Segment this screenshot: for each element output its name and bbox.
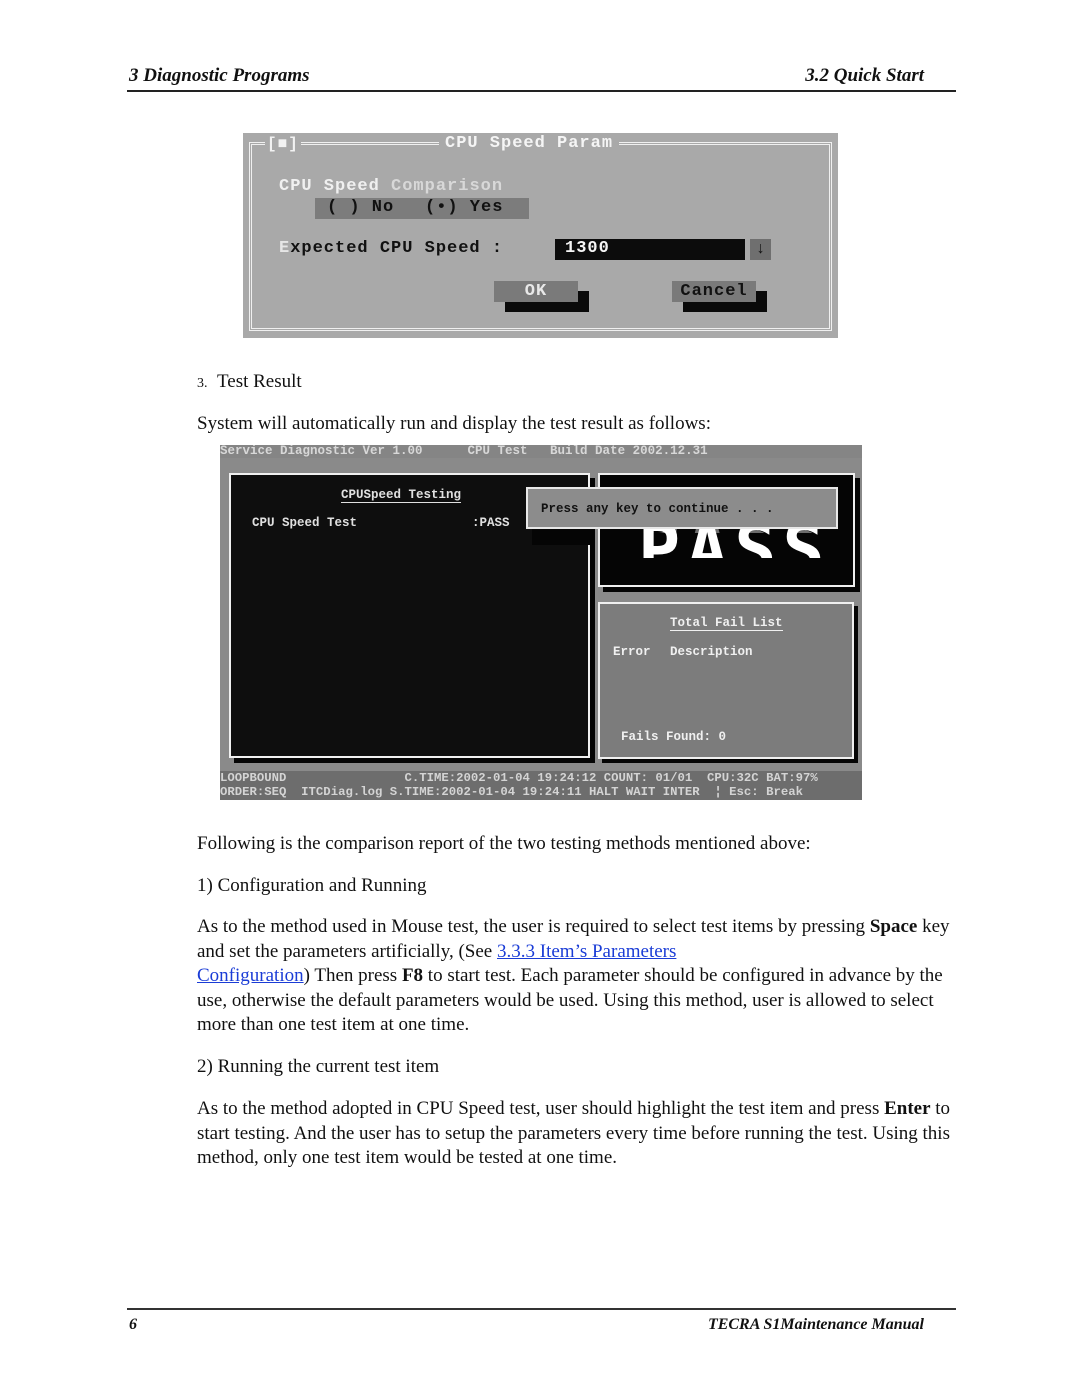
text: As to the method adopted in CPU Speed te… bbox=[197, 1098, 885, 1119]
ok-button-wrap: OK bbox=[494, 281, 590, 313]
cpu-speed-param-dialog: [■] CPU Speed Param CPU Speed Comparison… bbox=[243, 133, 838, 338]
key-f8: F8 bbox=[401, 965, 424, 986]
cancel-button-wrap: Cancel bbox=[672, 281, 768, 313]
key-space: Space bbox=[869, 916, 918, 937]
step-number: 3. bbox=[197, 376, 208, 391]
system-menu-box[interactable]: [■] bbox=[265, 135, 301, 153]
diag-title-bar: Service Diagnostic Ver 1.00 CPU Test Bui… bbox=[220, 445, 862, 458]
page-header: 3 Diagnostic Programs 3.2 Quick Start bbox=[127, 64, 956, 92]
comparison-radio-group: ( ) No (•) Yes bbox=[315, 198, 529, 219]
manual-title: TECRA S1Maintenance Manual bbox=[707, 1316, 924, 1333]
column-error: Error bbox=[613, 645, 651, 659]
link-text[interactable]: 3.3.3 Item’s Parameters bbox=[497, 941, 676, 962]
comparison-intro: Following is the comparison report of th… bbox=[197, 833, 811, 854]
popup-shadow bbox=[532, 529, 592, 545]
expected-label-text: xpected CPU Speed : bbox=[290, 239, 504, 258]
test-item-result: :PASS bbox=[472, 516, 510, 530]
expected-hotkey: E bbox=[279, 239, 291, 258]
page-number: 6 bbox=[129, 1316, 137, 1333]
section-2-title: 2) Running the current test item bbox=[197, 1056, 440, 1077]
continue-popup[interactable]: Press any key to continue . . . bbox=[526, 487, 838, 529]
page-footer: 6 TECRA S1Maintenance Manual bbox=[127, 1308, 956, 1333]
dialog-title: CPU Speed Param bbox=[439, 134, 620, 153]
section-title: 3.2 Quick Start bbox=[805, 65, 924, 86]
fail-list-panel: Total Fail List Error Description Fails … bbox=[598, 602, 854, 759]
comparison-label-hot: Comparison bbox=[391, 177, 504, 196]
section-1-body: As to the method used in Mouse test, the… bbox=[197, 915, 957, 1038]
test-list-heading: CPUSpeed Testing bbox=[341, 488, 462, 503]
key-enter: Enter bbox=[884, 1098, 931, 1119]
ok-button[interactable]: OK bbox=[494, 281, 578, 302]
comparison-label: CPU Speed Comparison bbox=[279, 177, 503, 196]
expected-speed-input[interactable]: 1300 bbox=[555, 239, 745, 260]
text: As to the method used in Mouse test, the… bbox=[197, 916, 870, 937]
cancel-button[interactable]: Cancel bbox=[672, 281, 756, 302]
status-line-1: LOOPBOUND C.TIME:2002-01-04 19:24:12 COU… bbox=[220, 771, 818, 785]
fail-list-heading: Total Fail List bbox=[670, 616, 783, 631]
intro-paragraph: System will automatically run and displa… bbox=[197, 413, 711, 434]
dropdown-arrow-icon[interactable]: ↓ bbox=[750, 239, 771, 260]
test-item-name: CPU Speed Test bbox=[252, 516, 358, 530]
radio-no[interactable]: ( ) No bbox=[327, 198, 394, 217]
status-line-2: ORDER:SEQ ITCDiag.log S.TIME:2002-01-04 … bbox=[220, 785, 803, 799]
chapter-title: 3 Diagnostic Programs bbox=[129, 65, 310, 86]
diagnostic-screen: Service Diagnostic Ver 1.00 CPU Test Bui… bbox=[220, 445, 862, 800]
step-3-heading: 3. Test Result bbox=[197, 370, 957, 397]
column-description: Description bbox=[670, 645, 753, 659]
radio-yes[interactable]: (•) Yes bbox=[425, 198, 503, 217]
step-title: Test Result bbox=[217, 371, 302, 392]
section-2-body: As to the method adopted in CPU Speed te… bbox=[197, 1097, 957, 1171]
expected-speed-label: Expected CPU Speed : bbox=[279, 239, 503, 258]
link-text[interactable]: Configuration bbox=[197, 965, 304, 986]
text: ) Then press bbox=[303, 965, 402, 986]
section-1-title: 1) Configuration and Running bbox=[197, 875, 427, 896]
popup-message: Press any key to continue . . . bbox=[541, 502, 774, 516]
comparison-label-part: CPU Speed bbox=[279, 177, 392, 196]
fails-found: Fails Found: 0 bbox=[621, 730, 727, 744]
status-bar: LOOPBOUND C.TIME:2002-01-04 19:24:12 COU… bbox=[220, 771, 862, 800]
